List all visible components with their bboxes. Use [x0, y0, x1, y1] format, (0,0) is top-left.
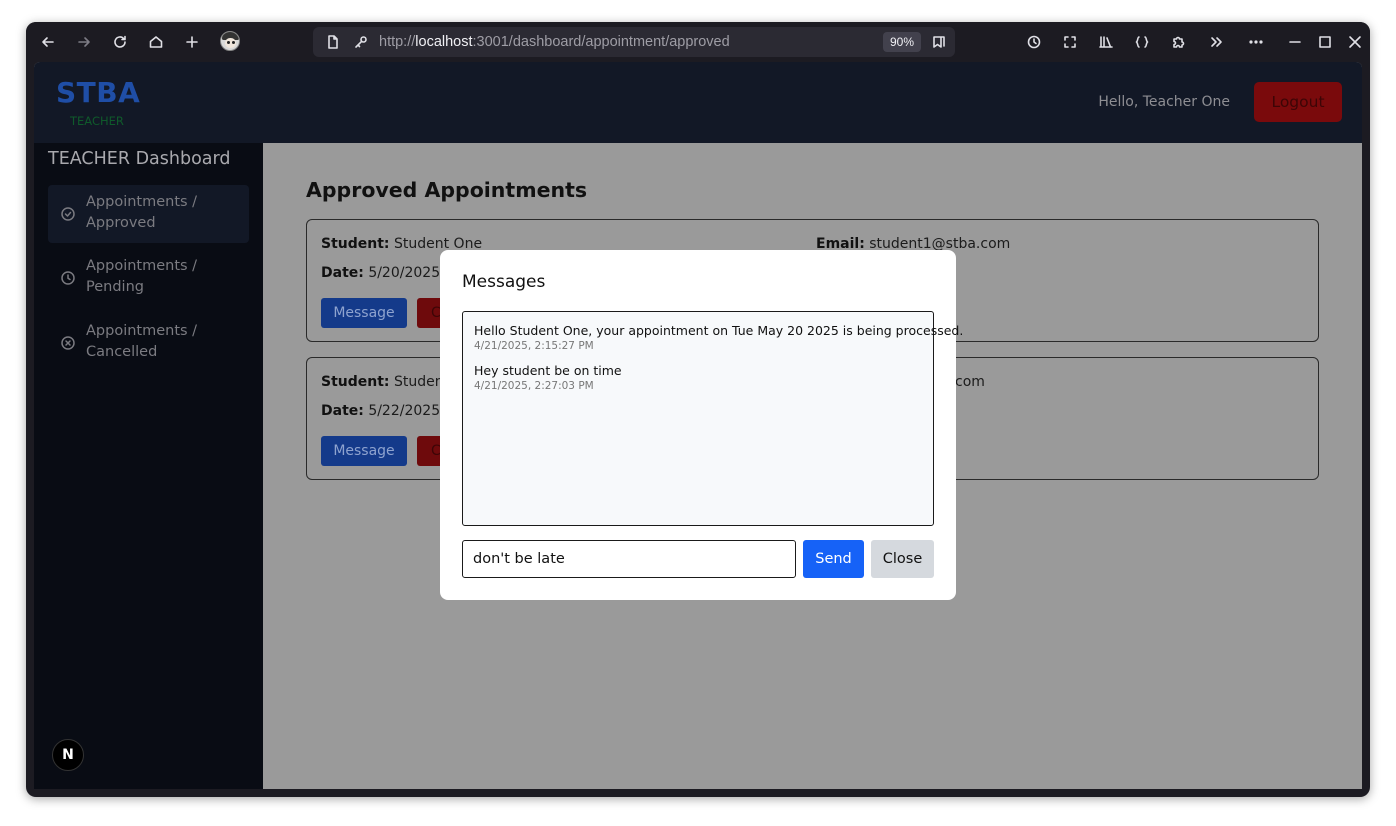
extensions-icon[interactable]	[1166, 30, 1190, 54]
user-greeting: Hello, Teacher One	[1098, 94, 1230, 110]
message-button[interactable]: Message	[321, 298, 407, 328]
browser-toolbar: http://localhost:3001/dashboard/appointm…	[26, 22, 1370, 62]
menu-icon[interactable]	[1244, 30, 1268, 54]
sidebar-title: TEACHER Dashboard	[48, 149, 231, 169]
reload-icon[interactable]	[108, 30, 132, 54]
maximize-icon[interactable]	[1313, 30, 1337, 54]
brand-role: TEACHER	[70, 114, 124, 128]
sidebar: TEACHER Dashboard Appointments / Approve…	[34, 143, 263, 789]
message-button[interactable]: Message	[321, 436, 407, 466]
message-timestamp: 4/21/2025, 2:15:27 PM	[474, 340, 594, 352]
sidebar-item-cancelled[interactable]: Appointments / Cancelled	[48, 314, 249, 372]
overflow-icon[interactable]	[1204, 30, 1228, 54]
send-button[interactable]: Send	[803, 540, 864, 578]
modal-title: Messages	[462, 272, 546, 292]
forward-icon[interactable]	[72, 30, 96, 54]
profile-avatar-icon[interactable]	[220, 31, 240, 51]
x-circle-icon	[60, 335, 76, 351]
page-icon	[321, 30, 345, 54]
library-icon[interactable]	[1094, 30, 1118, 54]
page-title: Approved Appointments	[306, 178, 588, 202]
message-text: Hey student be on time	[474, 363, 622, 378]
sidebar-item-label: Appointments / Pending	[86, 258, 198, 295]
message-text: Hello Student One, your appointment on T…	[474, 323, 964, 338]
close-button[interactable]: Close	[871, 540, 934, 578]
url-text: http://localhost:3001/dashboard/appointm…	[379, 34, 730, 50]
list-item: Hello Student One, your appointment on T…	[474, 323, 963, 352]
devtools-icon[interactable]	[1130, 30, 1154, 54]
list-item: Hey student be on time 4/21/2025, 2:27:0…	[474, 363, 622, 392]
clock-icon	[60, 270, 76, 286]
sidebar-item-approved[interactable]: Appointments / Approved	[48, 185, 249, 243]
logout-button[interactable]: Logout	[1254, 82, 1342, 122]
student-field: Student: Student	[321, 374, 450, 390]
date-field: Date: 5/20/2025, 3	[321, 265, 458, 281]
zoom-level-badge[interactable]: 90%	[883, 32, 921, 52]
reader-view-icon[interactable]	[927, 30, 951, 54]
sidebar-item-label: Appointments / Approved	[86, 194, 198, 231]
brand-logo[interactable]: STBA	[56, 76, 140, 109]
close-window-icon[interactable]	[1343, 30, 1367, 54]
sidebar-item-label: Appointments / Cancelled	[86, 323, 198, 360]
site-info-icon[interactable]	[349, 30, 373, 54]
url-bar[interactable]: http://localhost:3001/dashboard/appointm…	[313, 27, 955, 57]
check-circle-icon	[60, 206, 76, 222]
messages-modal: Messages Hello Student One, your appoint…	[440, 250, 963, 600]
minimize-icon[interactable]	[1283, 30, 1307, 54]
back-icon[interactable]	[36, 30, 60, 54]
app-header: STBA TEACHER Hello, Teacher One Logout	[34, 62, 1362, 143]
sidebar-item-pending[interactable]: Appointments / Pending	[48, 249, 249, 307]
message-input[interactable]	[462, 540, 796, 578]
date-field: Date: 5/22/2025, 3	[321, 403, 458, 419]
new-tab-icon[interactable]	[180, 30, 204, 54]
message-list[interactable]: Hello Student One, your appointment on T…	[462, 311, 963, 526]
browser-window: http://localhost:3001/dashboard/appointm…	[26, 22, 1370, 797]
nextjs-dev-badge[interactable]: N	[52, 739, 84, 771]
message-timestamp: 4/21/2025, 2:27:03 PM	[474, 380, 594, 392]
screenshot-icon[interactable]	[1058, 30, 1082, 54]
home-icon[interactable]	[144, 30, 168, 54]
page-viewport: STBA TEACHER Hello, Teacher One Logout T…	[34, 62, 1362, 789]
history-icon[interactable]	[1022, 30, 1046, 54]
